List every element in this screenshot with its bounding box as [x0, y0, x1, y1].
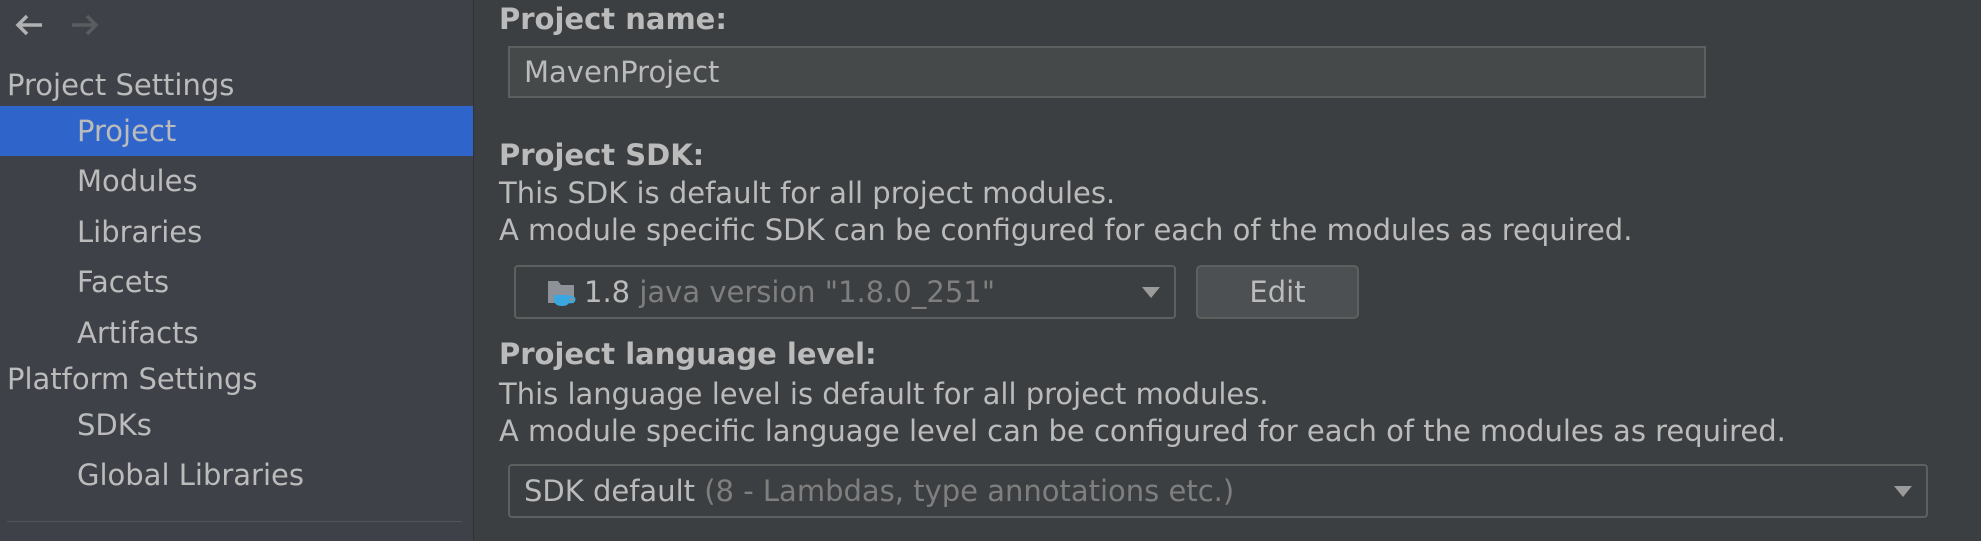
- arrow-left-icon: [15, 14, 42, 36]
- settings-sidebar: Project Settings Project Modules Librari…: [0, 0, 474, 541]
- arrow-right-icon: [72, 14, 99, 36]
- language-level-label: Project language level:: [499, 337, 877, 371]
- project-sdk-label: Project SDK:: [499, 138, 705, 172]
- project-name-label: Project name:: [499, 2, 727, 36]
- sidebar-item-global-libraries[interactable]: Global Libraries: [0, 450, 473, 500]
- java-sdk-folder-icon: [548, 281, 576, 306]
- language-level-description-1: This language level is default for all p…: [499, 377, 1269, 411]
- sidebar-item-libraries[interactable]: Libraries: [0, 207, 473, 257]
- sidebar-item-sdks[interactable]: SDKs: [0, 400, 473, 450]
- group-header-project-settings: Project Settings: [7, 68, 235, 102]
- navigation-arrows: [14, 8, 100, 42]
- sidebar-item-artifacts[interactable]: Artifacts: [0, 308, 473, 358]
- sidebar-divider: [7, 521, 462, 522]
- sidebar-item-project[interactable]: Project: [0, 106, 473, 156]
- group-header-platform-settings: Platform Settings: [7, 362, 258, 396]
- project-settings-panel: Project name: MavenProject Project SDK: …: [474, 0, 1981, 541]
- sdk-version-detail: java version "1.8.0_251": [639, 275, 996, 309]
- project-sdk-description-1: This SDK is default for all project modu…: [499, 176, 1116, 210]
- language-level-description-2: A module specific language level can be …: [499, 414, 1786, 448]
- language-level-dropdown[interactable]: SDK default (8 - Lambdas, type annotatio…: [508, 464, 1928, 518]
- edit-sdk-button[interactable]: Edit: [1196, 265, 1359, 319]
- project-sdk-dropdown[interactable]: 1.8 java version "1.8.0_251": [514, 265, 1176, 319]
- sidebar-item-facets[interactable]: Facets: [0, 257, 473, 307]
- project-name-input[interactable]: MavenProject: [508, 46, 1706, 98]
- sdk-version: 1.8: [584, 275, 631, 309]
- back-button[interactable]: [14, 10, 44, 40]
- language-level-value: SDK default: [524, 474, 696, 508]
- language-level-detail: (8 - Lambdas, type annotations etc.): [704, 474, 1235, 508]
- project-sdk-description-2: A module specific SDK can be configured …: [499, 213, 1633, 247]
- chevron-down-icon: [1894, 486, 1912, 497]
- chevron-down-icon: [1142, 287, 1160, 298]
- sidebar-item-modules[interactable]: Modules: [0, 156, 473, 206]
- forward-button[interactable]: [70, 10, 100, 40]
